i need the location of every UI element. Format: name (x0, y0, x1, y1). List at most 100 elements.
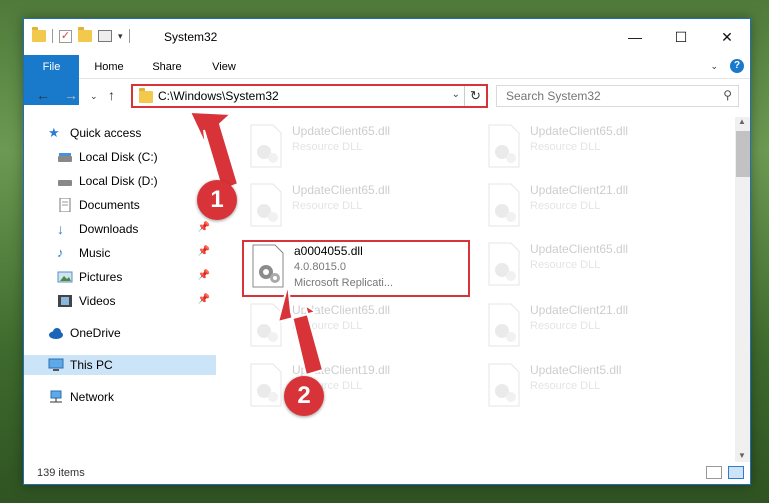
large-icons-view-icon[interactable] (728, 466, 744, 479)
recent-locations-icon[interactable]: ⌄ (90, 91, 98, 102)
computer-icon (48, 358, 64, 372)
qat-dropdown-icon[interactable]: ▾ (118, 31, 123, 42)
file-item[interactable]: UpdateClient65.dll Resource DLL (242, 122, 467, 172)
sidebar-item-pictures[interactable]: Pictures 📌 (24, 267, 216, 287)
file-type: Resource DLL (292, 200, 363, 212)
pin-icon[interactable]: 📌 (198, 270, 210, 281)
sidebar-item-label: Local Disk (C:) (79, 150, 158, 164)
new-folder-icon[interactable] (78, 27, 92, 42)
file-item[interactable]: UpdateClient5.dll Resource DLL (480, 361, 705, 411)
network-icon (48, 390, 64, 404)
file-type: Resource DLL (530, 320, 601, 332)
pin-icon[interactable]: 📌 (198, 294, 210, 305)
close-button[interactable]: ✕ (704, 19, 750, 55)
sidebar-item-label: Videos (79, 294, 116, 308)
dll-gear-icon (488, 363, 520, 407)
pin-icon[interactable]: 📌 (198, 246, 210, 257)
tab-view[interactable]: View (199, 55, 249, 79)
pin-icon[interactable]: 📌 (198, 222, 210, 233)
file-highlight-box (242, 240, 470, 297)
properties-check-icon[interactable]: ✓ (59, 29, 72, 43)
dll-gear-icon (250, 124, 282, 168)
help-icon[interactable]: ? (730, 59, 744, 73)
file-item[interactable]: UpdateClient65.dll Resource DLL (242, 181, 467, 231)
star-icon: ★ (48, 125, 60, 140)
item-count: 139 items (37, 467, 85, 479)
expand-ribbon-icon[interactable]: ⌄ (710, 61, 718, 72)
window-title: System32 (164, 30, 218, 44)
scroll-down-icon[interactable]: ▼ (738, 451, 746, 460)
navigation-bar: ← → ⌄ ↑ C:\Windows\System32 ⌄ ↻ ⚲ (24, 81, 750, 111)
dll-gear-icon (250, 363, 282, 407)
dll-gear-icon (488, 303, 520, 347)
scroll-up-icon[interactable]: ▲ (738, 117, 746, 126)
folder-icon (32, 27, 46, 42)
file-type: Resource DLL (530, 200, 601, 212)
file-name: UpdateClient65.dll (292, 124, 391, 138)
file-item[interactable]: UpdateClient21.dll Resource DLL (480, 301, 705, 351)
quick-access-toolbar: ✓ ▾ (32, 27, 130, 43)
explorer-window: ✓ ▾ System32 — ☐ ✕ File Home Share View … (23, 18, 751, 485)
forward-arrow-icon[interactable]: → (64, 87, 78, 103)
status-bar: 139 items (24, 462, 750, 484)
sidebar-item-label: OneDrive (70, 326, 121, 340)
vertical-scrollbar[interactable]: ▲ ▼ (735, 117, 750, 462)
cloud-icon (48, 326, 64, 340)
search-icon[interactable]: ⚲ (723, 88, 732, 102)
file-item[interactable]: UpdateClient65.dll Resource DLL (480, 122, 705, 172)
file-type: Resource DLL (292, 320, 363, 332)
file-item[interactable]: UpdateClient65.dll Resource DLL (480, 240, 705, 290)
sidebar-item-label: Documents (79, 198, 140, 212)
sidebar-item-local-disk-d[interactable]: Local Disk (D:) (24, 171, 216, 191)
sidebar-item-local-disk-c[interactable]: Local Disk (C:) (24, 147, 216, 167)
file-name: UpdateClient21.dll (530, 183, 629, 197)
file-item[interactable]: UpdateClient21.dll Resource DLL (480, 181, 705, 231)
file-type: Resource DLL (530, 259, 601, 271)
navigation-pane: ★ Quick access Local Disk (C:) Local Dis… (24, 119, 219, 454)
sidebar-item-label: Downloads (79, 222, 139, 236)
drive-icon (57, 150, 73, 164)
sidebar-item-label: Pictures (79, 270, 123, 284)
refresh-icon[interactable]: ↻ (464, 86, 486, 106)
address-path[interactable]: C:\Windows\System32 (158, 89, 279, 103)
dll-gear-icon (250, 303, 282, 347)
sidebar-item-videos[interactable]: Videos 📌 (24, 291, 216, 311)
file-name: UpdateClient19.dll (292, 363, 391, 377)
sidebar-item-documents[interactable]: Documents 📌 (24, 195, 216, 215)
customize-icon[interactable] (98, 30, 112, 42)
sidebar-item-onedrive[interactable]: OneDrive (24, 323, 216, 343)
download-icon: ↓ (57, 221, 64, 237)
details-view-icon[interactable] (706, 466, 722, 479)
folder-icon (139, 88, 153, 103)
sidebar-item-label: This PC (70, 358, 113, 372)
maximize-button[interactable]: ☐ (658, 19, 704, 55)
divider (52, 29, 53, 43)
sidebar-item-music[interactable]: ♪ Music 📌 (24, 243, 216, 263)
file-type: Resource DLL (530, 141, 601, 153)
up-arrow-icon[interactable]: ↑ (108, 87, 115, 103)
videos-icon (57, 294, 73, 308)
address-bar[interactable]: C:\Windows\System32 ⌄ ↻ (131, 84, 488, 108)
file-item[interactable]: UpdateClient65.dll Resource DLL (242, 301, 467, 351)
minimize-button[interactable]: — (612, 19, 658, 55)
sidebar-item-this-pc[interactable]: This PC (24, 355, 216, 375)
file-item[interactable]: UpdateClient19.dll Resource DLL (242, 361, 467, 411)
ribbon-tabs: File Home Share View ⌄ ? (24, 55, 750, 105)
search-box[interactable]: ⚲ (496, 85, 739, 107)
dll-gear-icon (488, 124, 520, 168)
sidebar-item-downloads[interactable]: ↓ Downloads 📌 (24, 219, 216, 239)
search-input[interactable] (497, 86, 707, 106)
ribbon-controls: ⌄ ? (710, 59, 744, 73)
sidebar-item-quick-access[interactable]: ★ Quick access (24, 123, 216, 143)
sidebar-item-label: Local Disk (D:) (79, 174, 158, 188)
file-type: Resource DLL (530, 380, 601, 392)
scroll-thumb[interactable] (736, 131, 750, 177)
dll-gear-icon (488, 183, 520, 227)
step-1-badge: 1 (197, 180, 237, 220)
title-bar: ✓ ▾ System32 — ☐ ✕ (24, 19, 750, 55)
tab-share[interactable]: Share (142, 55, 192, 79)
tab-home[interactable]: Home (84, 55, 134, 79)
sidebar-item-network[interactable]: Network (24, 387, 216, 407)
address-dropdown-icon[interactable]: ⌄ (452, 89, 460, 100)
back-arrow-icon[interactable]: ← (36, 87, 50, 103)
